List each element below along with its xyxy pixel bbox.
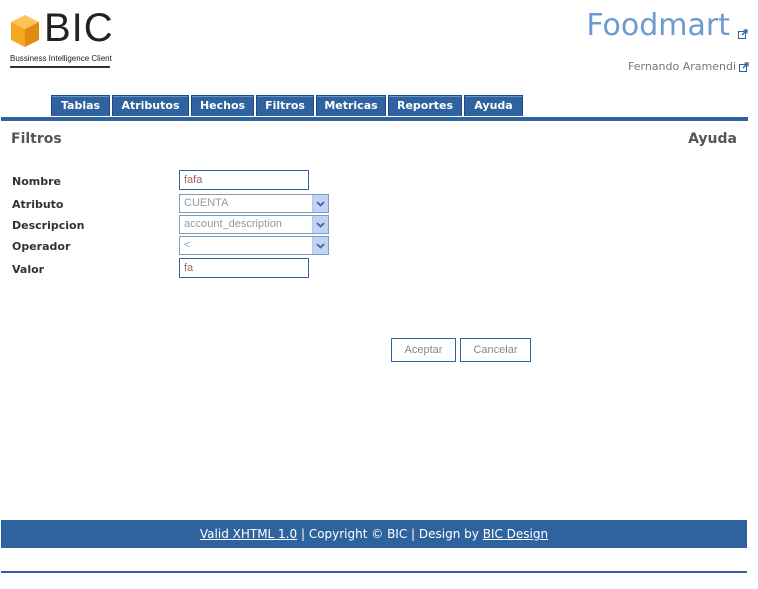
page-title: Filtros [11, 131, 62, 147]
operador-value: < [184, 239, 191, 251]
footer-design-by: | Design by [407, 527, 483, 541]
atributo-select[interactable]: CUENTA [179, 194, 329, 213]
tab-hechos[interactable]: Hechos [191, 95, 254, 116]
cancelar-button[interactable]: Cancelar [460, 338, 531, 362]
aceptar-button[interactable]: Aceptar [391, 338, 456, 362]
nav-divider [1, 117, 748, 121]
copyright-text: Copyright © BIC [308, 527, 408, 541]
atributo-value: CUENTA [184, 197, 229, 209]
main-nav: Tablas Atributos Hechos Filtros Metricas… [51, 95, 523, 117]
tab-ayuda[interactable]: Ayuda [464, 95, 523, 116]
tab-atributos[interactable]: Atributos [112, 95, 189, 116]
footer-separator: | [297, 527, 309, 541]
bic-logo: BIC Bussiness Intelligence Client [10, 6, 113, 72]
bic-design-link[interactable]: BIC Design [483, 527, 548, 541]
nombre-input[interactable]: fafa [179, 170, 309, 190]
site-title[interactable]: Foodmart [586, 8, 730, 43]
atributo-label: Atributo [12, 198, 64, 211]
tab-filtros[interactable]: Filtros [256, 95, 314, 116]
descripcion-value: account_description [184, 218, 282, 230]
external-link-icon[interactable] [738, 29, 748, 39]
descripcion-label: Descripcion [12, 219, 85, 232]
tab-tablas[interactable]: Tablas [51, 95, 110, 116]
descripcion-select[interactable]: account_description [179, 215, 329, 234]
operador-label: Operador [12, 240, 71, 253]
tab-metricas[interactable]: Metricas [316, 95, 386, 116]
logo-underline [10, 66, 110, 68]
tab-reportes[interactable]: Reportes [388, 95, 462, 116]
user-name[interactable]: Fernando Aramendi [628, 60, 736, 73]
bottom-divider [1, 571, 747, 573]
footer: Valid XHTML 1.0 | Copyright © BIC | Desi… [1, 520, 747, 548]
valor-input[interactable]: fa [179, 258, 309, 278]
valid-xhtml-link[interactable]: Valid XHTML 1.0 [200, 527, 297, 541]
chevron-down-icon[interactable] [312, 216, 328, 233]
chevron-down-icon[interactable] [312, 195, 328, 212]
help-link[interactable]: Ayuda [688, 131, 737, 147]
operador-select[interactable]: < [179, 236, 329, 255]
cube-logo-icon [11, 15, 39, 47]
logo-brand: BIC [44, 6, 114, 50]
chevron-down-icon[interactable] [312, 237, 328, 254]
logo-subtitle: Bussiness Intelligence Client [10, 54, 112, 63]
nombre-label: Nombre [12, 175, 61, 188]
external-link-icon[interactable] [739, 62, 749, 72]
valor-label: Valor [12, 263, 45, 276]
